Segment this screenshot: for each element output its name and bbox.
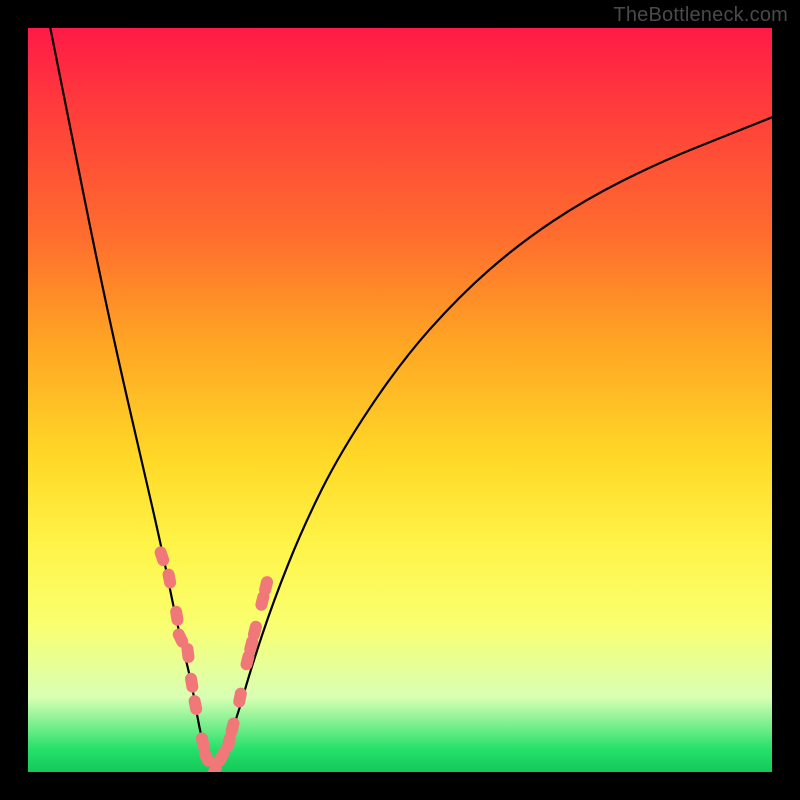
bottleneck-curve bbox=[50, 28, 772, 768]
chart-svg bbox=[28, 28, 772, 772]
marker-pill bbox=[184, 672, 199, 694]
curve-line bbox=[50, 28, 772, 768]
watermark-text: TheBottleneck.com bbox=[613, 4, 788, 27]
marker-pill bbox=[188, 694, 204, 716]
marker-pill bbox=[181, 642, 195, 663]
marker-pill bbox=[153, 545, 171, 568]
highlighted-markers bbox=[153, 545, 274, 772]
chart-frame bbox=[28, 28, 772, 772]
marker-pill bbox=[169, 605, 184, 627]
marker-pill bbox=[162, 568, 178, 590]
